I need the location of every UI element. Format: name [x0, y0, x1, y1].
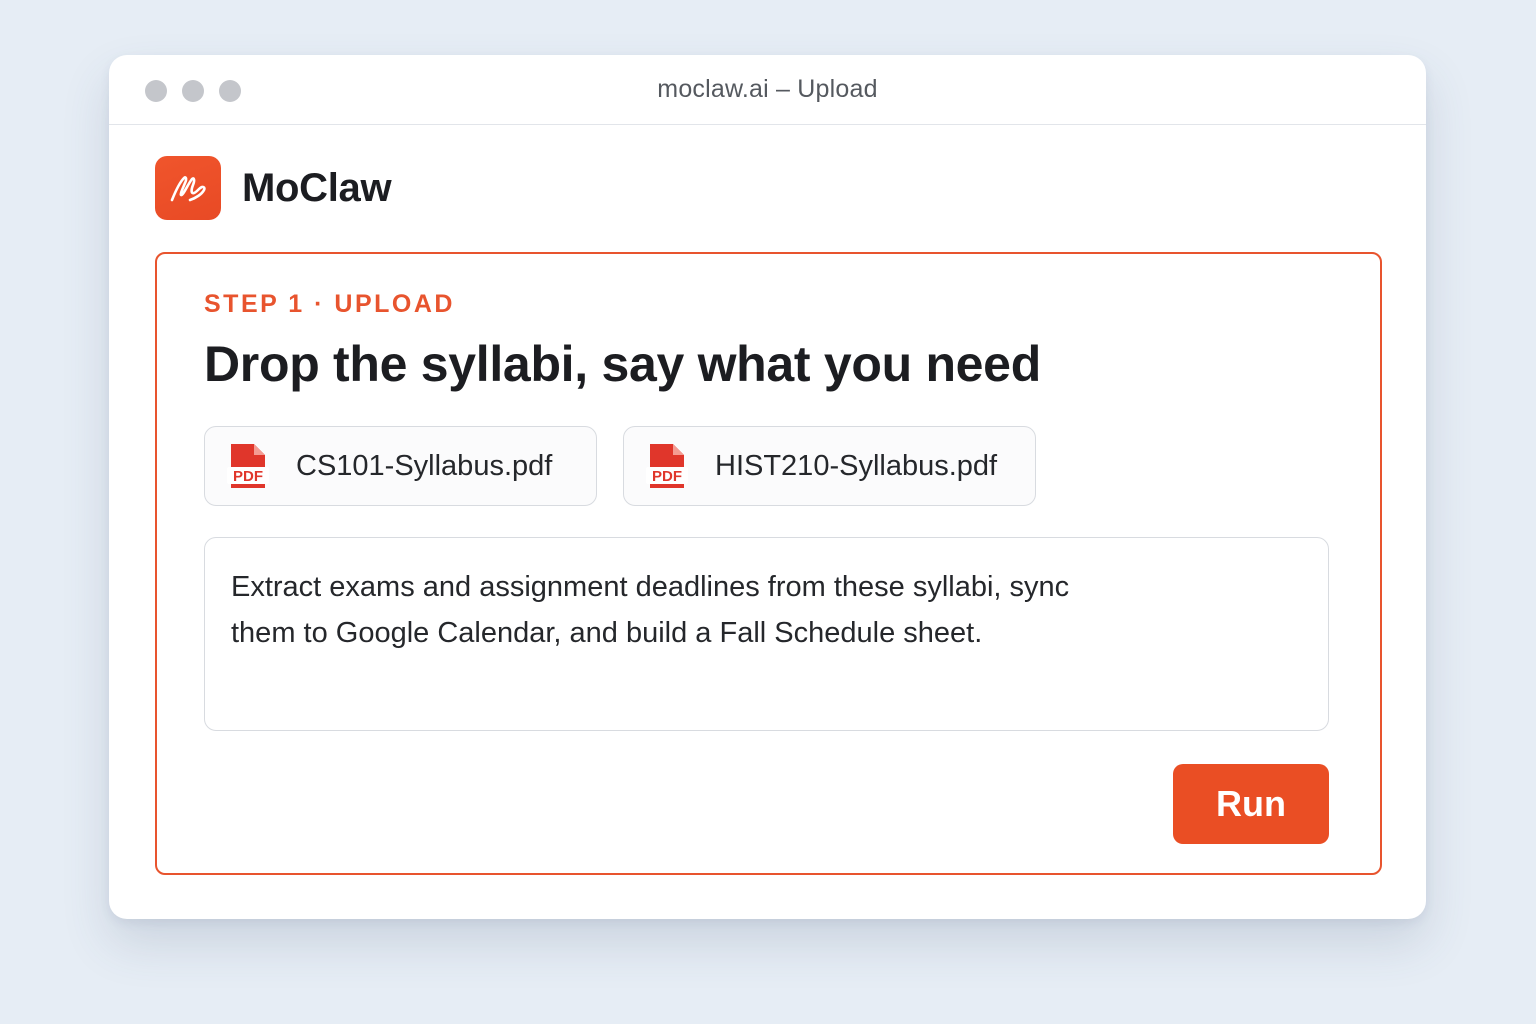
page-heading: Drop the syllabi, say what you need [204, 336, 1041, 392]
pdf-icon-label: PDF [652, 468, 682, 485]
scribble-logo-icon [155, 156, 221, 220]
step-label: STEP 1 · UPLOAD [204, 290, 455, 318]
run-button[interactable]: Run [1173, 764, 1329, 844]
file-name: CS101-Syllabus.pdf [296, 449, 553, 482]
file-chip[interactable]: PDF CS101-Syllabus.pdf [204, 426, 597, 506]
upload-card: STEP 1 · UPLOAD Drop the syllabi, say wh… [155, 252, 1382, 875]
brand-header: MoClaw [155, 156, 392, 220]
file-chip[interactable]: PDF HIST210-Syllabus.pdf [623, 426, 1036, 506]
window-titlebar: moclaw.ai – Upload [109, 55, 1426, 125]
file-name: HIST210-Syllabus.pdf [715, 449, 998, 482]
prompt-input[interactable]: Extract exams and assignment deadlines f… [204, 537, 1329, 731]
pdf-icon: PDF [646, 444, 688, 488]
brand-name: MoClaw [242, 165, 392, 210]
pdf-icon: PDF [227, 444, 269, 488]
browser-window: moclaw.ai – Upload MoClaw STEP 1 · UPLOA… [109, 55, 1426, 919]
window-title: moclaw.ai – Upload [657, 75, 878, 103]
pdf-icon-label: PDF [233, 468, 263, 485]
